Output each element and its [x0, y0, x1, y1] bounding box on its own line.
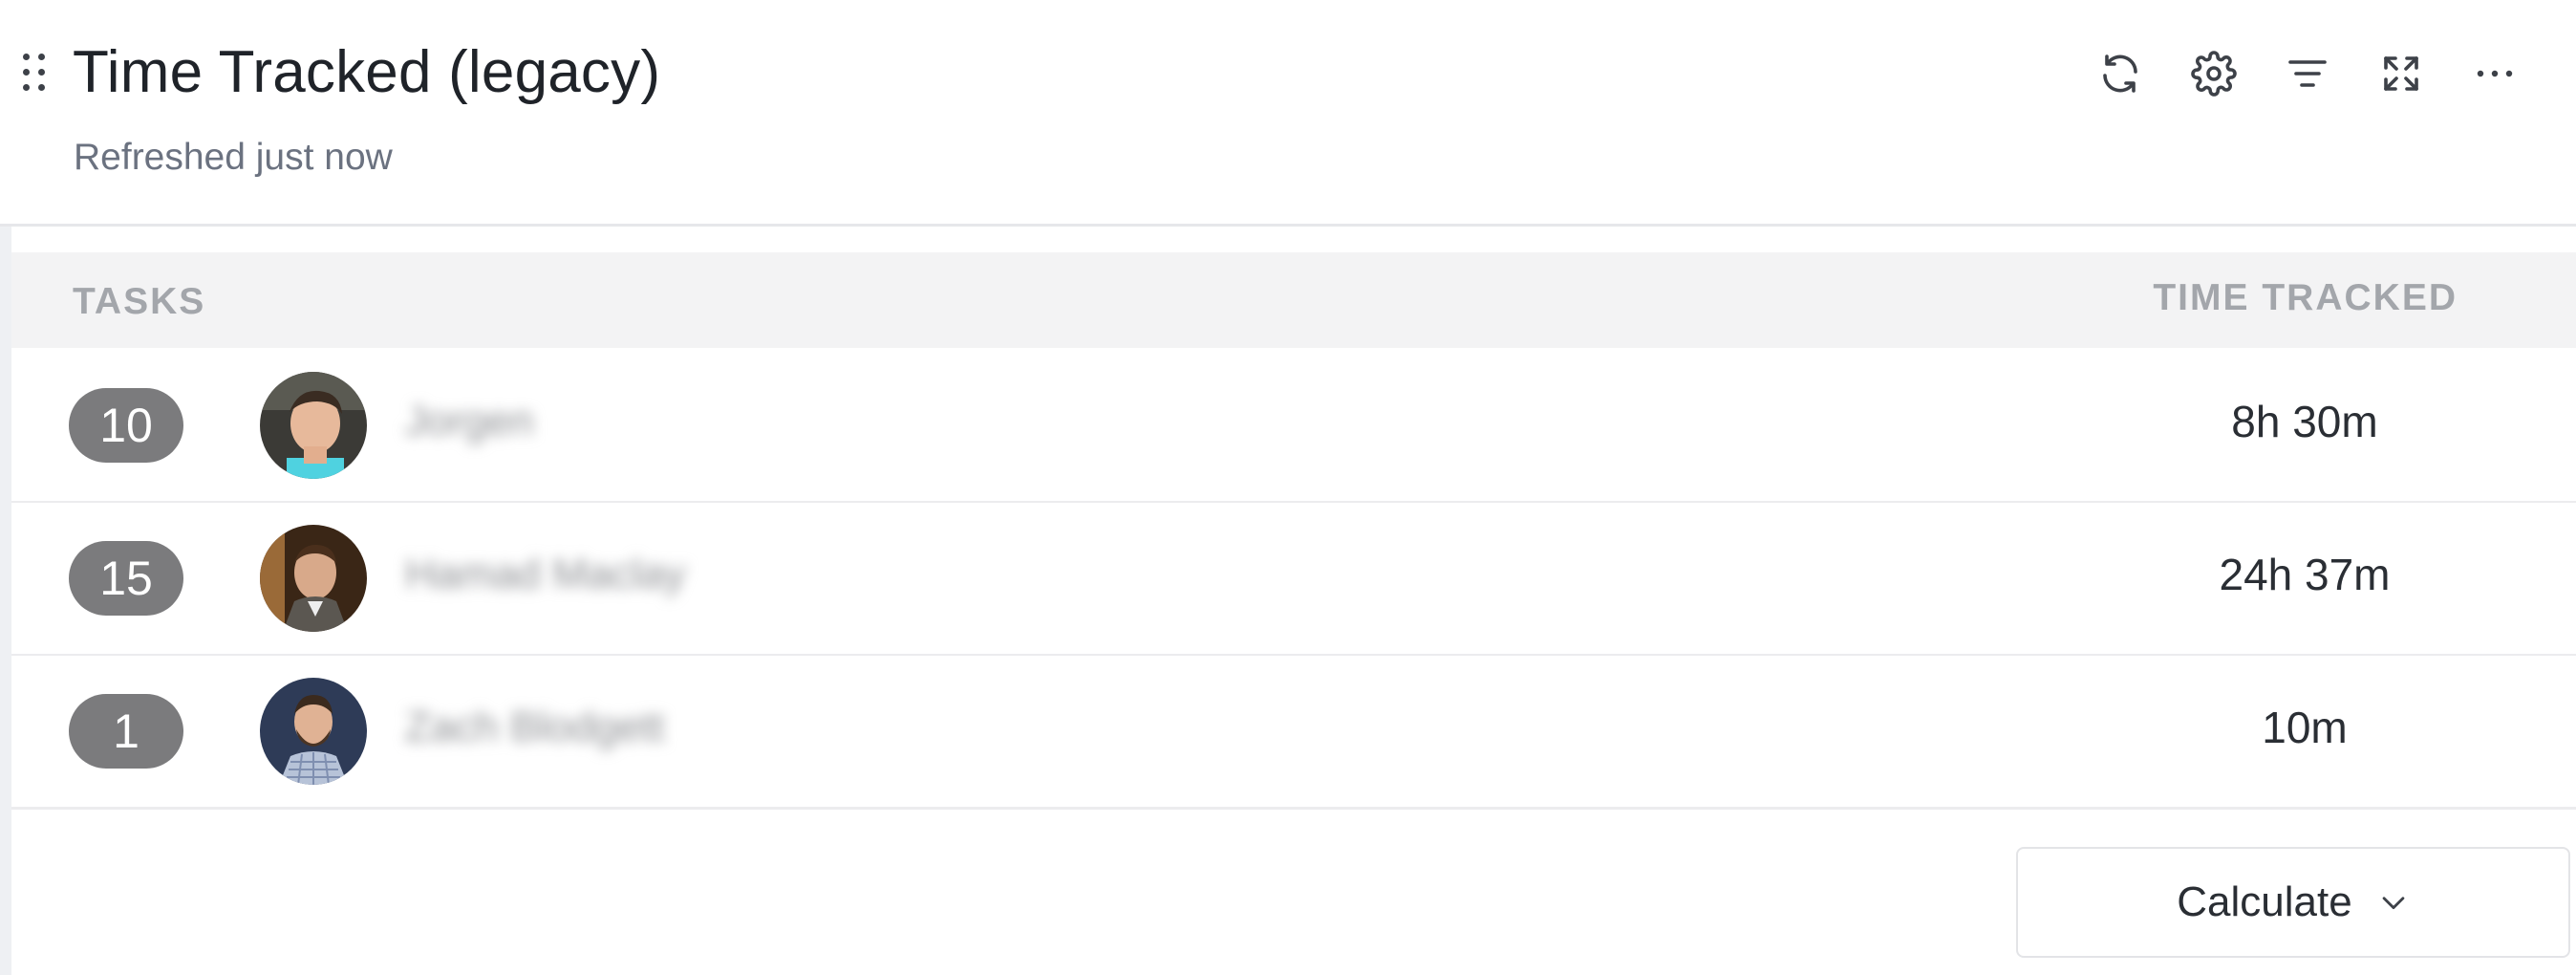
user-name: Hamad Maclay — [405, 551, 686, 597]
table-row[interactable]: 1 Zach Blodgett 10m — [11, 656, 2576, 810]
widget-toolbar — [2093, 46, 2522, 101]
time-tracked-value: 8h 30m — [2231, 397, 2378, 446]
refresh-button[interactable] — [2093, 46, 2148, 101]
left-rail — [0, 227, 11, 975]
widget-title: Time Tracked (legacy) — [73, 39, 661, 105]
time-tracked-value: 24h 37m — [2219, 550, 2391, 599]
column-header-tasks[interactable]: TASKS — [73, 281, 205, 323]
gear-icon — [2191, 51, 2237, 97]
table-header: TASKS TIME TRACKED — [11, 252, 2576, 348]
user-name: Zach Blodgett — [405, 704, 665, 750]
column-header-time-tracked[interactable]: TIME TRACKED — [2153, 277, 2458, 319]
refresh-status: Refreshed just now — [74, 137, 393, 178]
expand-button[interactable] — [2373, 46, 2429, 101]
header-divider — [0, 224, 2576, 227]
table-row[interactable]: 15 Hamad Maclay 24h 37m — [11, 503, 2576, 657]
chevron-down-icon — [2382, 897, 2405, 910]
task-count-badge: 10 — [69, 388, 183, 463]
filter-icon — [2288, 60, 2327, 87]
table-row[interactable]: 10 Jorgen 8h 30m — [11, 350, 2576, 504]
time-tracked-value: 10m — [2262, 703, 2348, 752]
more-icon — [2477, 70, 2513, 77]
expand-icon — [2384, 56, 2418, 91]
time-tracked-widget: Time Tracked (legacy) Refreshed just now — [0, 0, 2576, 975]
user-name: Jorgen — [405, 398, 534, 444]
drag-handle-icon[interactable] — [23, 54, 48, 94]
calculate-dropdown[interactable]: Calculate — [2016, 847, 2570, 958]
filter-button[interactable] — [2280, 46, 2335, 101]
calculate-label: Calculate — [2177, 878, 2352, 925]
task-count-badge: 1 — [69, 694, 183, 769]
settings-button[interactable] — [2186, 46, 2242, 101]
refresh-icon — [2103, 54, 2137, 93]
avatar[interactable] — [260, 372, 367, 479]
avatar[interactable] — [260, 678, 367, 785]
avatar[interactable] — [260, 525, 367, 632]
task-count-badge: 15 — [69, 541, 183, 616]
more-options-button[interactable] — [2467, 46, 2522, 101]
